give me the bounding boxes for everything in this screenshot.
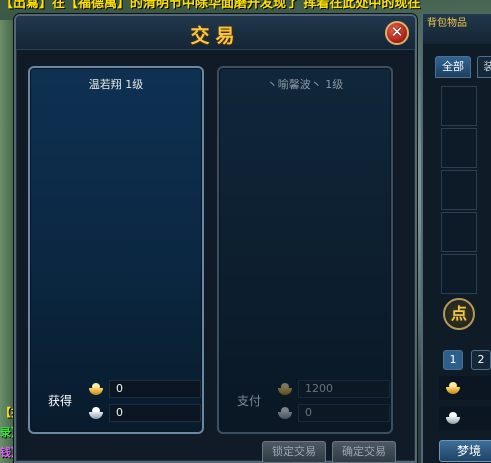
dream-button[interactable]: 梦境 — [439, 440, 491, 462]
gold-ingot-icon — [88, 383, 104, 395]
trade-window: 交易 ✕ 温若翔 1级 获得 0 0 丶喻馨波丶 1级 支付 1200 0 锁定… — [14, 14, 417, 463]
self-trade-panel[interactable]: 温若翔 1级 获得 0 0 — [28, 66, 204, 434]
inventory-slot[interactable] — [441, 128, 477, 168]
silver-balance-row — [439, 406, 491, 430]
gold-ingot-icon — [277, 383, 293, 395]
silver-ingot-icon — [88, 407, 104, 419]
self-gold-amount[interactable]: 0 — [109, 380, 201, 398]
silver-ingot-icon — [445, 412, 461, 424]
inventory-slot[interactable] — [441, 212, 477, 252]
inventory-slot[interactable] — [441, 170, 477, 210]
close-button[interactable]: ✕ — [385, 21, 409, 45]
other-player-name: 丶喻馨波丶 1级 — [266, 78, 344, 91]
chat-text: 【出寫】在【福德萬】的清明节中除华面磨开发现了 挥着在此处中的现在 — [0, 0, 421, 11]
trade-title: 交易 — [190, 25, 241, 47]
other-gold-amount: 1200 — [298, 380, 390, 398]
inventory-header: 背包物品 — [423, 14, 491, 44]
pay-label: 支付 — [237, 394, 262, 408]
other-silver-amount: 0 — [298, 404, 390, 422]
point-button[interactable]: 点 — [443, 298, 475, 330]
tab-equipment[interactable]: 装 — [477, 56, 491, 78]
other-trade-panel: 丶喻馨波丶 1级 支付 1200 0 — [217, 66, 393, 434]
system-chat-line: 【出寫】在【福德萬】的清明节中除华面磨开发现了 挥着在此处中的现在 — [0, 0, 491, 12]
self-silver-amount[interactable]: 0 — [109, 404, 201, 422]
inventory-panel: 背包物品 全部 装 点 1 2 梦境 — [421, 14, 491, 463]
gold-balance-row — [439, 376, 491, 400]
receive-label: 获得 — [48, 394, 73, 408]
page-1-button[interactable]: 1 — [443, 350, 463, 370]
inventory-title: 背包物品 — [427, 18, 467, 29]
tab-all[interactable]: 全部 — [435, 56, 471, 78]
gold-ingot-icon — [445, 382, 461, 394]
silver-ingot-icon — [277, 407, 293, 419]
trade-titlebar[interactable]: 交易 ✕ — [16, 16, 415, 50]
page-2-button[interactable]: 2 — [471, 350, 491, 370]
self-player-name: 温若翔 1级 — [88, 78, 144, 91]
confirm-trade-button[interactable]: 确定交易 — [332, 441, 396, 463]
inventory-slot[interactable] — [441, 254, 477, 294]
inventory-slot[interactable] — [441, 86, 477, 126]
lock-trade-button[interactable]: 锁定交易 — [262, 441, 326, 463]
